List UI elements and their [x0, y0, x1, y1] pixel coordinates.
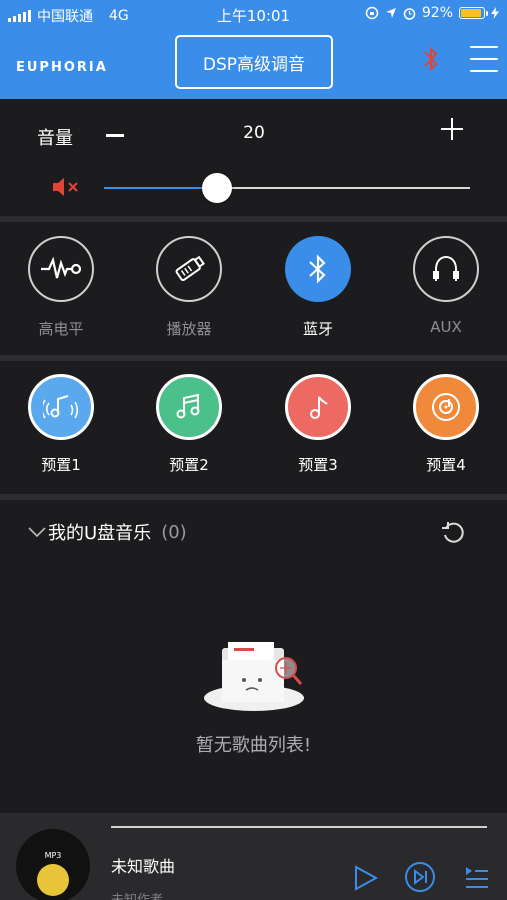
brand-logo: EUPHORIA	[16, 60, 108, 75]
preset-label: 预置2	[169, 456, 209, 474]
aux-cable-icon	[413, 236, 479, 302]
section-divider	[0, 494, 507, 500]
preset-label: 预置4	[426, 456, 466, 474]
status-bar: 中国联通 4G 上午10:01 92%	[0, 0, 507, 28]
volume-decrease-button[interactable]	[106, 134, 124, 137]
rotation-lock-icon	[365, 6, 379, 20]
volume-panel: 音量 20	[0, 99, 507, 216]
alarm-icon	[403, 7, 416, 20]
section-divider	[0, 355, 507, 361]
empty-list-message: 暂无歌曲列表!	[195, 735, 312, 756]
source-label: AUX	[430, 318, 462, 336]
volume-slider-thumb[interactable]	[202, 173, 233, 203]
preset-2[interactable]: 预置2	[139, 374, 239, 475]
usb-music-header[interactable]: 我的U盘音乐 (0)	[28, 519, 187, 545]
section-divider	[0, 216, 507, 222]
source-high-level[interactable]: 高电平	[11, 236, 111, 339]
usb-drive-icon	[156, 236, 222, 302]
empty-folder-icon	[204, 642, 304, 711]
song-title: 未知歌曲	[111, 857, 176, 876]
music-disc-icon	[413, 374, 479, 440]
music-wave-icon	[28, 374, 94, 440]
source-label: 蓝牙	[302, 320, 333, 338]
volume-value: 20	[243, 123, 265, 143]
source-label: 播放器	[166, 320, 212, 338]
preset-1[interactable]: 预置1	[11, 374, 111, 475]
charging-icon	[491, 7, 499, 19]
preset-label: 预置1	[41, 456, 81, 474]
source-aux[interactable]: AUX	[396, 236, 496, 336]
mute-icon[interactable]	[52, 176, 82, 198]
menu-icon[interactable]	[470, 46, 498, 72]
volume-label: 音量	[37, 128, 73, 149]
bluetooth-icon	[285, 236, 351, 302]
volume-slider-fill	[104, 187, 218, 189]
chevron-down-icon	[28, 527, 46, 538]
music-notes-icon	[156, 374, 222, 440]
battery-icon	[459, 7, 488, 19]
usb-music-count: (0)	[161, 521, 187, 543]
source-label: 高电平	[38, 320, 84, 338]
preset-4[interactable]: 预置4	[396, 374, 496, 475]
playlist-icon[interactable]	[462, 863, 492, 893]
source-bluetooth[interactable]: 蓝牙	[268, 236, 368, 339]
play-icon[interactable]	[350, 863, 380, 893]
preset-3[interactable]: 预置3	[268, 374, 368, 475]
preset-label: 预置3	[298, 456, 338, 474]
dsp-tuning-button[interactable]: DSP高级调音	[175, 35, 333, 89]
album-disc[interactable]: MP3	[16, 829, 90, 900]
high-level-icon	[28, 236, 94, 302]
location-icon	[385, 8, 396, 18]
usb-music-title: 我的U盘音乐	[48, 523, 152, 544]
song-artist: 未知作者	[111, 889, 163, 900]
bluetooth-status-icon[interactable]	[420, 44, 442, 74]
next-track-icon[interactable]	[404, 861, 436, 893]
refresh-icon[interactable]	[440, 519, 466, 545]
battery-percent: 92%	[421, 5, 453, 21]
top-bar: 中国联通 4G 上午10:01 92% EUPHORIA DSP高级调音	[0, 0, 507, 99]
playback-progress[interactable]	[111, 826, 487, 828]
now-playing-bar: MP3 未知歌曲 未知作者	[0, 813, 507, 900]
source-player[interactable]: 播放器	[139, 236, 239, 339]
format-badge: MP3	[44, 851, 62, 860]
volume-increase-button[interactable]	[441, 118, 463, 140]
music-note-icon	[285, 374, 351, 440]
volume-slider[interactable]	[104, 187, 470, 189]
